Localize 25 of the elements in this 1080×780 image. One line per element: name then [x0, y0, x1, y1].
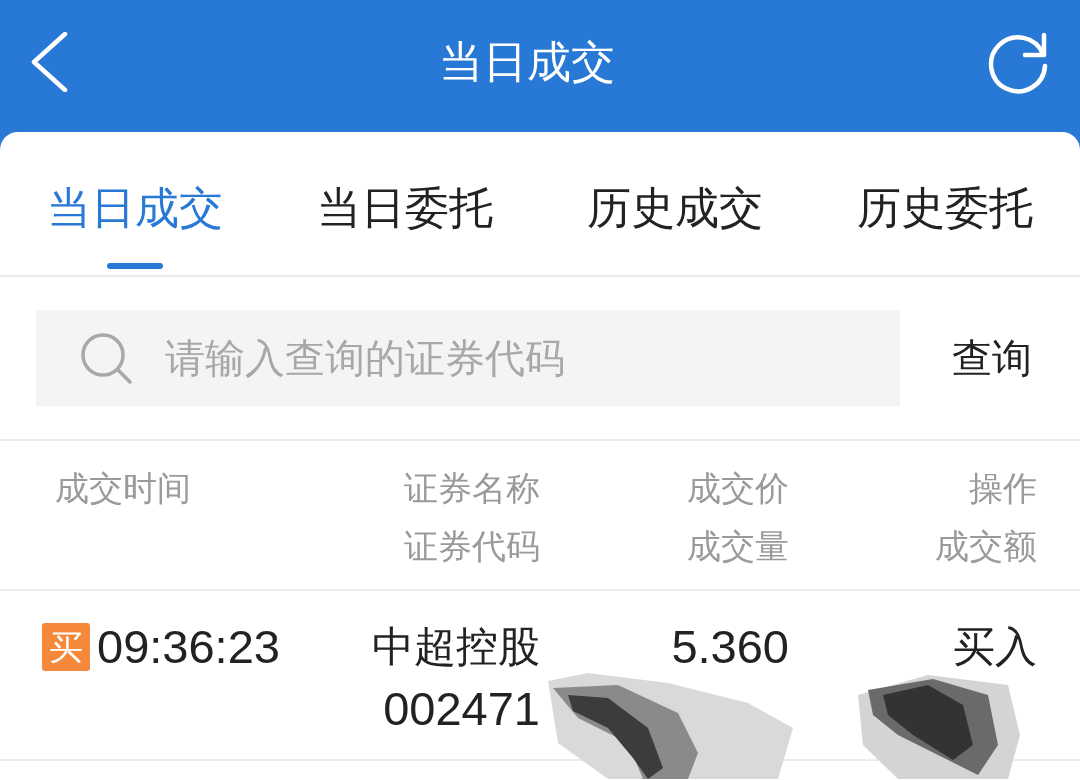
stock-name: 中超控股	[372, 622, 540, 672]
trade-price: 5.360	[671, 619, 789, 675]
refresh-button[interactable]	[986, 30, 1050, 94]
trade-action: 买入	[953, 622, 1037, 672]
column-header: 成交时间	[55, 468, 191, 509]
column-header: 操作	[969, 468, 1037, 509]
tab[interactable]: 历史成交	[540, 132, 810, 275]
trade-side-tag: 买	[42, 623, 90, 671]
tab[interactable]: 当日成交	[0, 132, 270, 275]
column-header: 成交额	[935, 526, 1037, 567]
back-chevron-icon	[30, 32, 68, 92]
trade-time: 09:36:23	[97, 619, 280, 675]
search-icon	[80, 332, 132, 384]
header-title: 当日成交	[439, 35, 615, 88]
column-header: 证券代码	[404, 526, 540, 567]
column-header: 成交价	[687, 468, 789, 509]
column-header: 成交量	[687, 526, 789, 567]
tab[interactable]: 历史委托	[810, 132, 1080, 275]
refresh-icon	[986, 30, 1050, 94]
query-button[interactable]: 查询	[952, 334, 1032, 382]
back-button[interactable]	[30, 32, 68, 92]
column-header: 证券名称	[404, 468, 540, 509]
search-field[interactable]: 请输入查询的证券代码	[36, 310, 900, 406]
tab[interactable]: 当日委托	[270, 132, 540, 275]
stock-code: 002471	[383, 681, 540, 737]
